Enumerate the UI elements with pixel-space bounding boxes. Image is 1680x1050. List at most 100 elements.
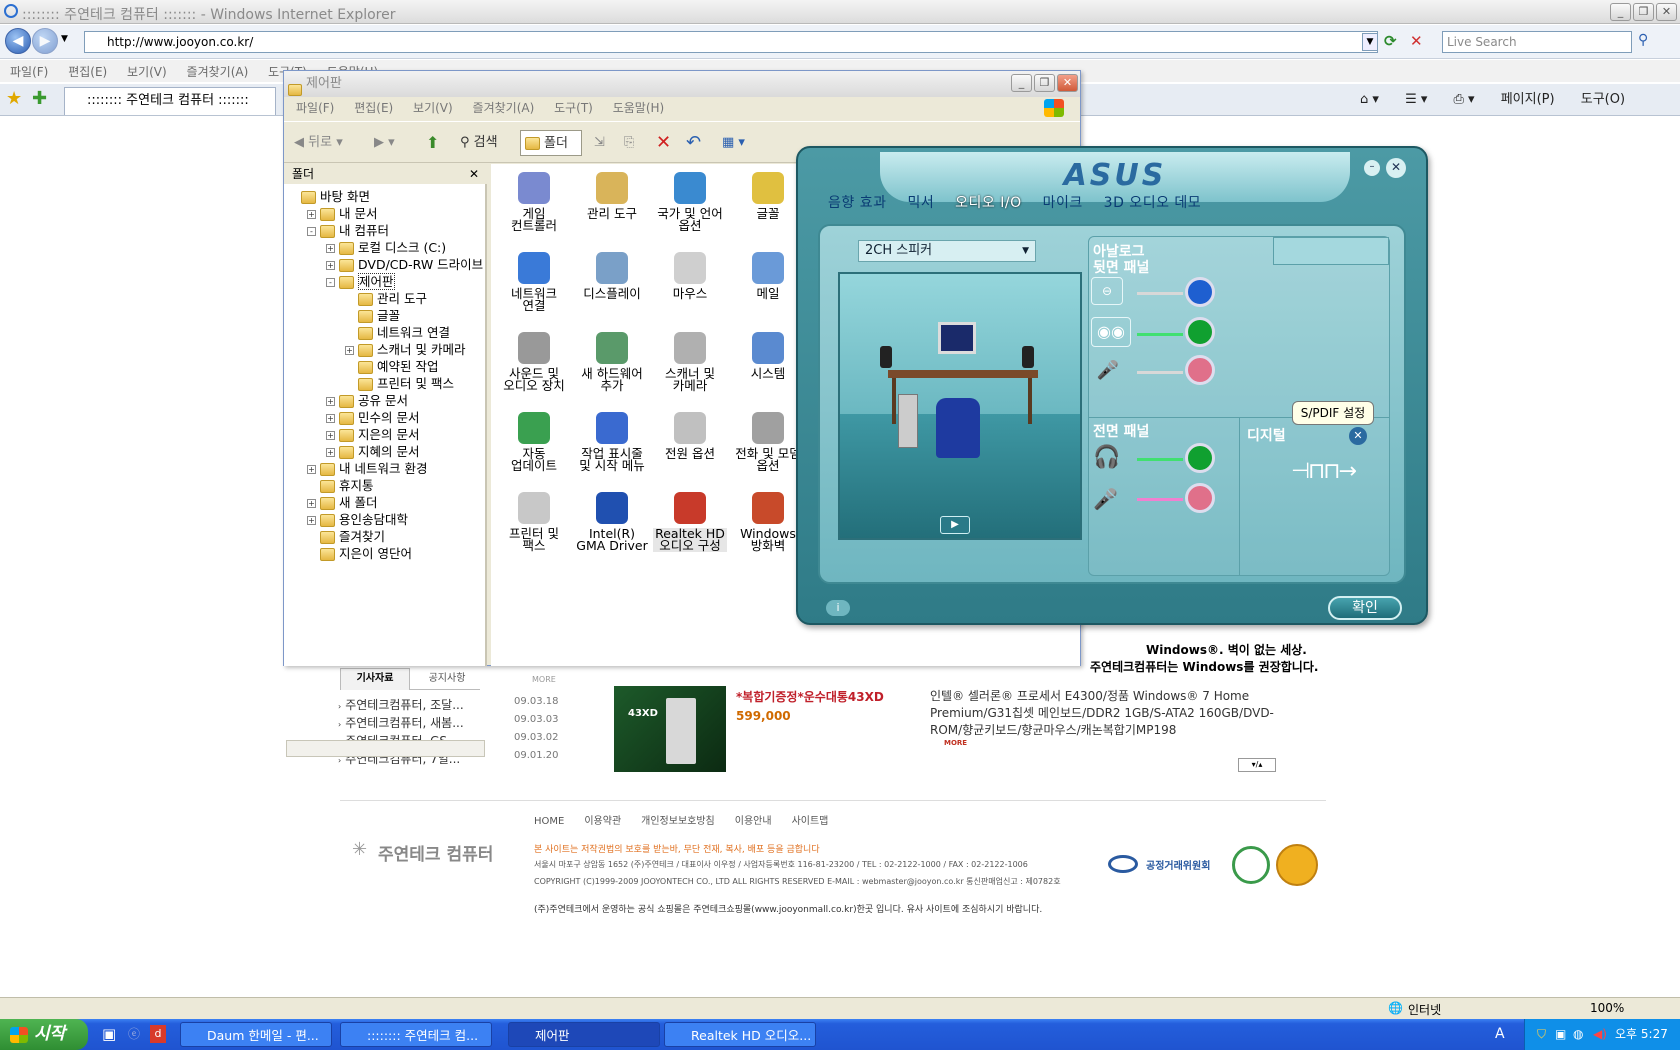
quicklaunch-daum-icon[interactable]: d	[150, 1025, 166, 1043]
tree-item[interactable]: + 로컬 디스크 (C:)	[326, 239, 446, 256]
menu-edit[interactable]: 편집(E)	[68, 65, 107, 79]
feeds-icon[interactable]: ☰ ▾	[1405, 92, 1427, 107]
tree-item[interactable]: - 내 컴퓨터	[307, 222, 389, 239]
expand-icon[interactable]: +	[307, 210, 316, 219]
tree-item[interactable]: + 지은의 문서	[326, 426, 419, 443]
security-shield-icon[interactable]: ⛉	[1537, 1019, 1546, 1049]
exp-menu-favorites[interactable]: 즐겨찾기(A)	[473, 101, 535, 115]
menu-view[interactable]: 보기(V)	[127, 65, 167, 79]
forward-button[interactable]: ▶	[32, 28, 58, 54]
exp-menu-help[interactable]: 도움말(H)	[613, 101, 665, 115]
expand-icon[interactable]: +	[326, 414, 335, 423]
back-button[interactable]: ◀	[5, 28, 31, 54]
history-dropdown-icon[interactable]: ▼	[61, 34, 68, 44]
control-panel-item[interactable]: 글꼴	[731, 172, 805, 220]
tab-sound-effects[interactable]: 음향 효과	[828, 195, 886, 211]
control-panel-item[interactable]: Windows 방화벽	[731, 492, 805, 552]
expand-icon[interactable]: +	[345, 346, 354, 355]
menu-favorites[interactable]: 즐겨찾기(A)	[187, 65, 249, 79]
taskbar-button[interactable]: Daum 한메일 - 편...	[180, 1022, 332, 1047]
promo-title[interactable]: *복합기증정*운수대통43XD	[736, 688, 884, 705]
control-panel-item[interactable]: 마우스	[653, 252, 727, 300]
rear-pink-jack[interactable]	[1185, 355, 1215, 385]
collapse-icon[interactable]: -	[326, 278, 335, 287]
favorites-star-icon[interactable]: ★	[6, 88, 22, 109]
expand-icon[interactable]: +	[307, 499, 316, 508]
search-icon[interactable]: ⚲	[1638, 32, 1648, 48]
collapse-icon[interactable]: -	[307, 227, 316, 236]
exp-menu-tools[interactable]: 도구(T)	[554, 101, 593, 115]
views-icon[interactable]: ▦ ▾	[722, 130, 745, 156]
tree-item[interactable]: 휴지통	[307, 477, 374, 494]
update-icon[interactable]: ◍	[1573, 1019, 1583, 1049]
tree-item[interactable]: - 제어판	[326, 273, 395, 290]
front-pink-jack[interactable]	[1185, 483, 1215, 513]
product-description[interactable]: 인텔® 셀러론® 프로세서 E4300/정품 Windows® 7 Home P…	[930, 688, 1280, 739]
footer-link[interactable]: 이용안내	[735, 816, 772, 827]
explorer-maximize-button[interactable]: ❐	[1034, 74, 1055, 92]
copy-to-icon[interactable]: ⎘	[624, 130, 634, 156]
front-green-jack[interactable]	[1185, 443, 1215, 473]
tree-item[interactable]: + 공유 문서	[326, 392, 408, 409]
tree-item[interactable]: 네트워크 연결	[345, 324, 450, 341]
control-panel-item[interactable]: 네트워크 연결	[497, 252, 571, 312]
tree-item[interactable]: 예약된 작업	[345, 358, 438, 375]
footer-link[interactable]: 이용약관	[584, 816, 621, 827]
tree-item[interactable]: 글꼴	[345, 307, 400, 324]
tab-audio-io[interactable]: 오디오 I/O	[955, 195, 1021, 211]
quicklaunch-desktop-icon[interactable]: ▣	[102, 1025, 116, 1043]
control-panel-item[interactable]: 사운드 및 오디오 장치	[497, 332, 571, 392]
undo-icon[interactable]: ↶	[686, 130, 701, 156]
taskbar-button[interactable]: :::::::: 주연테크 컴...	[340, 1022, 492, 1047]
folders-horizontal-scrollbar[interactable]	[286, 740, 485, 757]
taskbar-button[interactable]: 제어판	[508, 1022, 660, 1047]
tab-microphone[interactable]: 마이크	[1043, 195, 1083, 211]
footer-link[interactable]: HOME	[534, 816, 564, 827]
expand-icon[interactable]: +	[307, 465, 316, 474]
tree-item[interactable]: 바탕 화면	[288, 188, 370, 205]
control-panel-item[interactable]: 프린터 및 팩스	[497, 492, 571, 552]
control-panel-item[interactable]: 스캐너 및 카메라	[653, 332, 727, 392]
explorer-search-button[interactable]: ⚲ 검색	[460, 130, 498, 156]
news-item[interactable]: › 주연테크컴퓨터, 새봄... 09.03.03	[338, 714, 560, 731]
language-bar-icon[interactable]: A	[1495, 1019, 1505, 1049]
control-panel-item[interactable]: 시스템	[731, 332, 805, 380]
control-panel-item[interactable]: 게임 컨트롤러	[497, 172, 571, 232]
info-icon[interactable]: i	[826, 600, 850, 616]
control-panel-item[interactable]: 전원 옵션	[653, 412, 727, 460]
control-panel-item[interactable]: 메일	[731, 252, 805, 300]
delete-icon[interactable]: ✕	[656, 130, 671, 156]
explorer-forward-button[interactable]: ▶ ▾	[374, 130, 395, 156]
asus-close-button[interactable]: ✕	[1386, 158, 1406, 178]
expand-icon[interactable]: +	[307, 516, 316, 525]
pager-toggle[interactable]: ▾/▴	[1238, 758, 1276, 772]
expand-icon[interactable]: +	[326, 244, 335, 253]
tree-item[interactable]: + 민수의 문서	[326, 409, 419, 426]
tree-item[interactable]: 지은이 영단어	[307, 545, 412, 562]
control-panel-item[interactable]: 새 하드웨어 추가	[575, 332, 649, 392]
tree-item[interactable]: 관리 도구	[345, 290, 427, 307]
maximize-button[interactable]: ❐	[1633, 3, 1654, 21]
address-dropdown-icon[interactable]: ▼	[1362, 33, 1378, 51]
control-panel-item[interactable]: 작업 표시줄 및 시작 메뉴	[575, 412, 649, 472]
ok-button[interactable]: 확인	[1328, 596, 1402, 620]
control-panel-item[interactable]: 국가 및 언어 옵션	[653, 172, 727, 232]
footer-link[interactable]: 사이트맵	[792, 816, 829, 827]
folders-pane-close-icon[interactable]: ✕	[469, 164, 479, 184]
zoom-level[interactable]: 100%	[1590, 1001, 1624, 1015]
footer-link[interactable]: 개인정보보호방침	[641, 816, 715, 827]
exp-menu-edit[interactable]: 편집(E)	[354, 101, 393, 115]
tree-item[interactable]: + 새 폴더	[307, 494, 377, 511]
spdif-settings-icon[interactable]: ✕	[1349, 427, 1367, 445]
rear-blue-jack[interactable]	[1185, 277, 1215, 307]
search-input[interactable]: Live Search	[1442, 31, 1632, 53]
expand-icon[interactable]: +	[326, 261, 335, 270]
control-panel-item[interactable]: Intel(R) GMA Driver	[575, 492, 649, 552]
print-icon[interactable]: ⎙ ▾	[1454, 92, 1475, 107]
control-panel-item[interactable]: 자동 업데이트	[497, 412, 571, 472]
tree-item[interactable]: + 스캐너 및 카메라	[345, 341, 465, 358]
clock[interactable]: 오후 5:27	[1615, 1019, 1668, 1049]
stop-icon[interactable]: ✕	[1410, 32, 1430, 52]
address-input[interactable]: http://www.jooyon.co.kr/	[84, 31, 1378, 53]
volume-icon[interactable]: ◀)	[1593, 1019, 1607, 1049]
